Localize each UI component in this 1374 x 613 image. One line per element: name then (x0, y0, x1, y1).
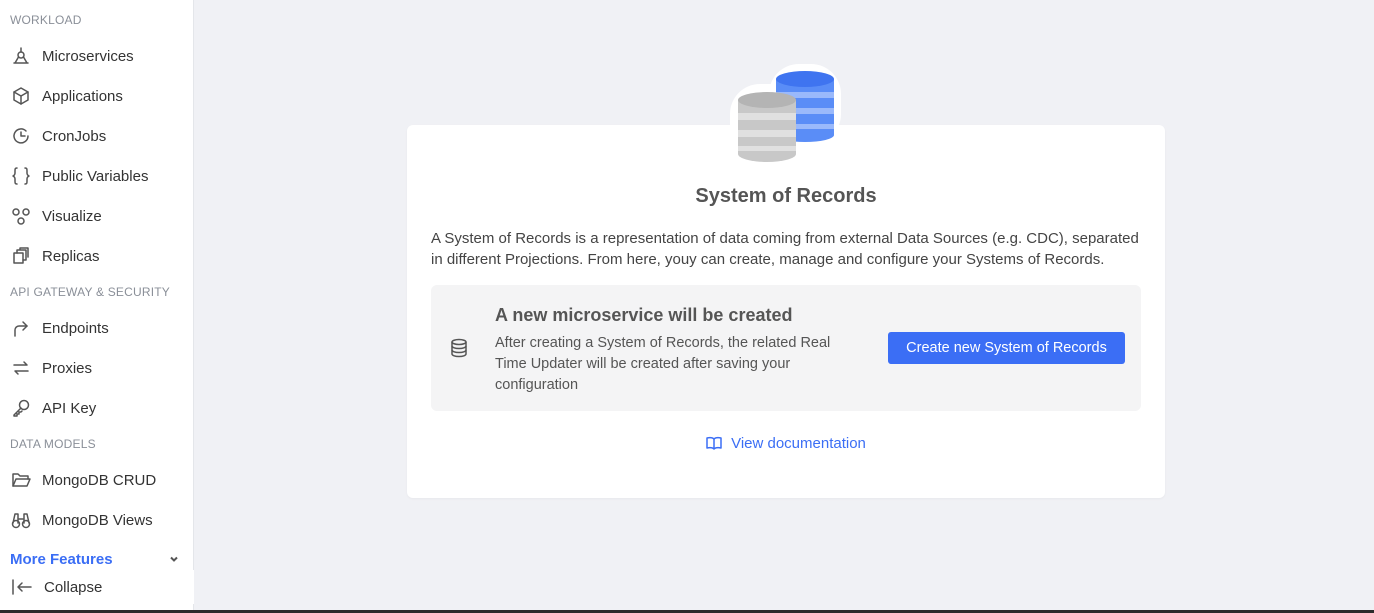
braces-icon (10, 165, 32, 187)
sidebar-item-mongodb-views[interactable]: MongoDB Views (0, 502, 194, 538)
view-documentation-label: View documentation (731, 434, 866, 452)
chevron-down-icon (168, 552, 180, 564)
collapse-icon (10, 576, 34, 598)
microservices-icon (10, 45, 32, 67)
collapse-button[interactable]: Collapse (0, 570, 194, 604)
sidebar-item-proxies[interactable]: Proxies (0, 350, 194, 386)
sidebar-item-label: Applications (42, 87, 123, 105)
sidebar-item-cronjobs[interactable]: CronJobs (0, 118, 194, 154)
clock-icon (10, 125, 32, 147)
sidebar-item-label: MongoDB CRUD (42, 471, 157, 489)
info-box: A new microservice will be created After… (431, 285, 1141, 411)
sidebar-item-label: Visualize (42, 207, 102, 225)
info-description: After creating a System of Records, the … (495, 335, 831, 393)
endpoint-icon (10, 317, 32, 339)
sidebar-item-label: CronJobs (42, 127, 107, 145)
section-title-data-models: DATA MODELS (10, 437, 96, 451)
info-title: A new microservice will be created (495, 305, 793, 325)
box-icon (10, 85, 32, 107)
database-illustration (728, 62, 844, 166)
section-title-api-gateway: API GATEWAY & SECURITY (10, 285, 170, 299)
sidebar-item-label: Proxies (42, 359, 93, 377)
copy-icon (10, 245, 32, 267)
sidebar: WORKLOAD Microservices Applications Cron… (0, 0, 194, 610)
sidebar-item-mongodb-crud[interactable]: MongoDB CRUD (0, 462, 194, 498)
more-features-toggle[interactable]: More Features (0, 548, 194, 570)
sidebar-item-api-key[interactable]: API Key (0, 390, 194, 426)
sidebar-item-label: Public Variables (42, 167, 149, 185)
sidebar-item-label: API Key (42, 399, 97, 417)
page-title: System of Records (695, 185, 877, 207)
sidebar-item-label: Microservices (42, 47, 134, 65)
graph-icon (10, 205, 32, 227)
more-features-label: More Features (10, 551, 113, 568)
sidebar-item-label: MongoDB Views (42, 511, 153, 529)
view-documentation-link[interactable]: View documentation (407, 433, 1165, 453)
binoculars-icon (10, 509, 32, 531)
sidebar-item-replicas[interactable]: Replicas (0, 238, 194, 274)
book-icon (706, 436, 722, 450)
sidebar-item-applications[interactable]: Applications (0, 78, 194, 114)
collapse-label: Collapse (44, 578, 103, 596)
folder-icon (10, 469, 32, 491)
arrows-swap-icon (10, 357, 32, 379)
sidebar-item-public-variables[interactable]: Public Variables (0, 158, 194, 194)
database-icon (449, 337, 469, 359)
sidebar-item-endpoints[interactable]: Endpoints (0, 310, 194, 346)
create-system-of-records-button[interactable]: Create new System of Records (888, 332, 1125, 364)
sidebar-item-microservices[interactable]: Microservices (0, 38, 194, 74)
section-title-workload: WORKLOAD (10, 13, 82, 27)
empty-state-card: System of Records A System of Records is… (407, 125, 1165, 498)
sidebar-item-label: Endpoints (42, 319, 109, 337)
sidebar-item-label: Replicas (42, 247, 100, 265)
sidebar-item-visualize[interactable]: Visualize (0, 198, 194, 234)
key-icon (10, 397, 32, 419)
page-description: A System of Records is a representation … (431, 230, 1139, 268)
